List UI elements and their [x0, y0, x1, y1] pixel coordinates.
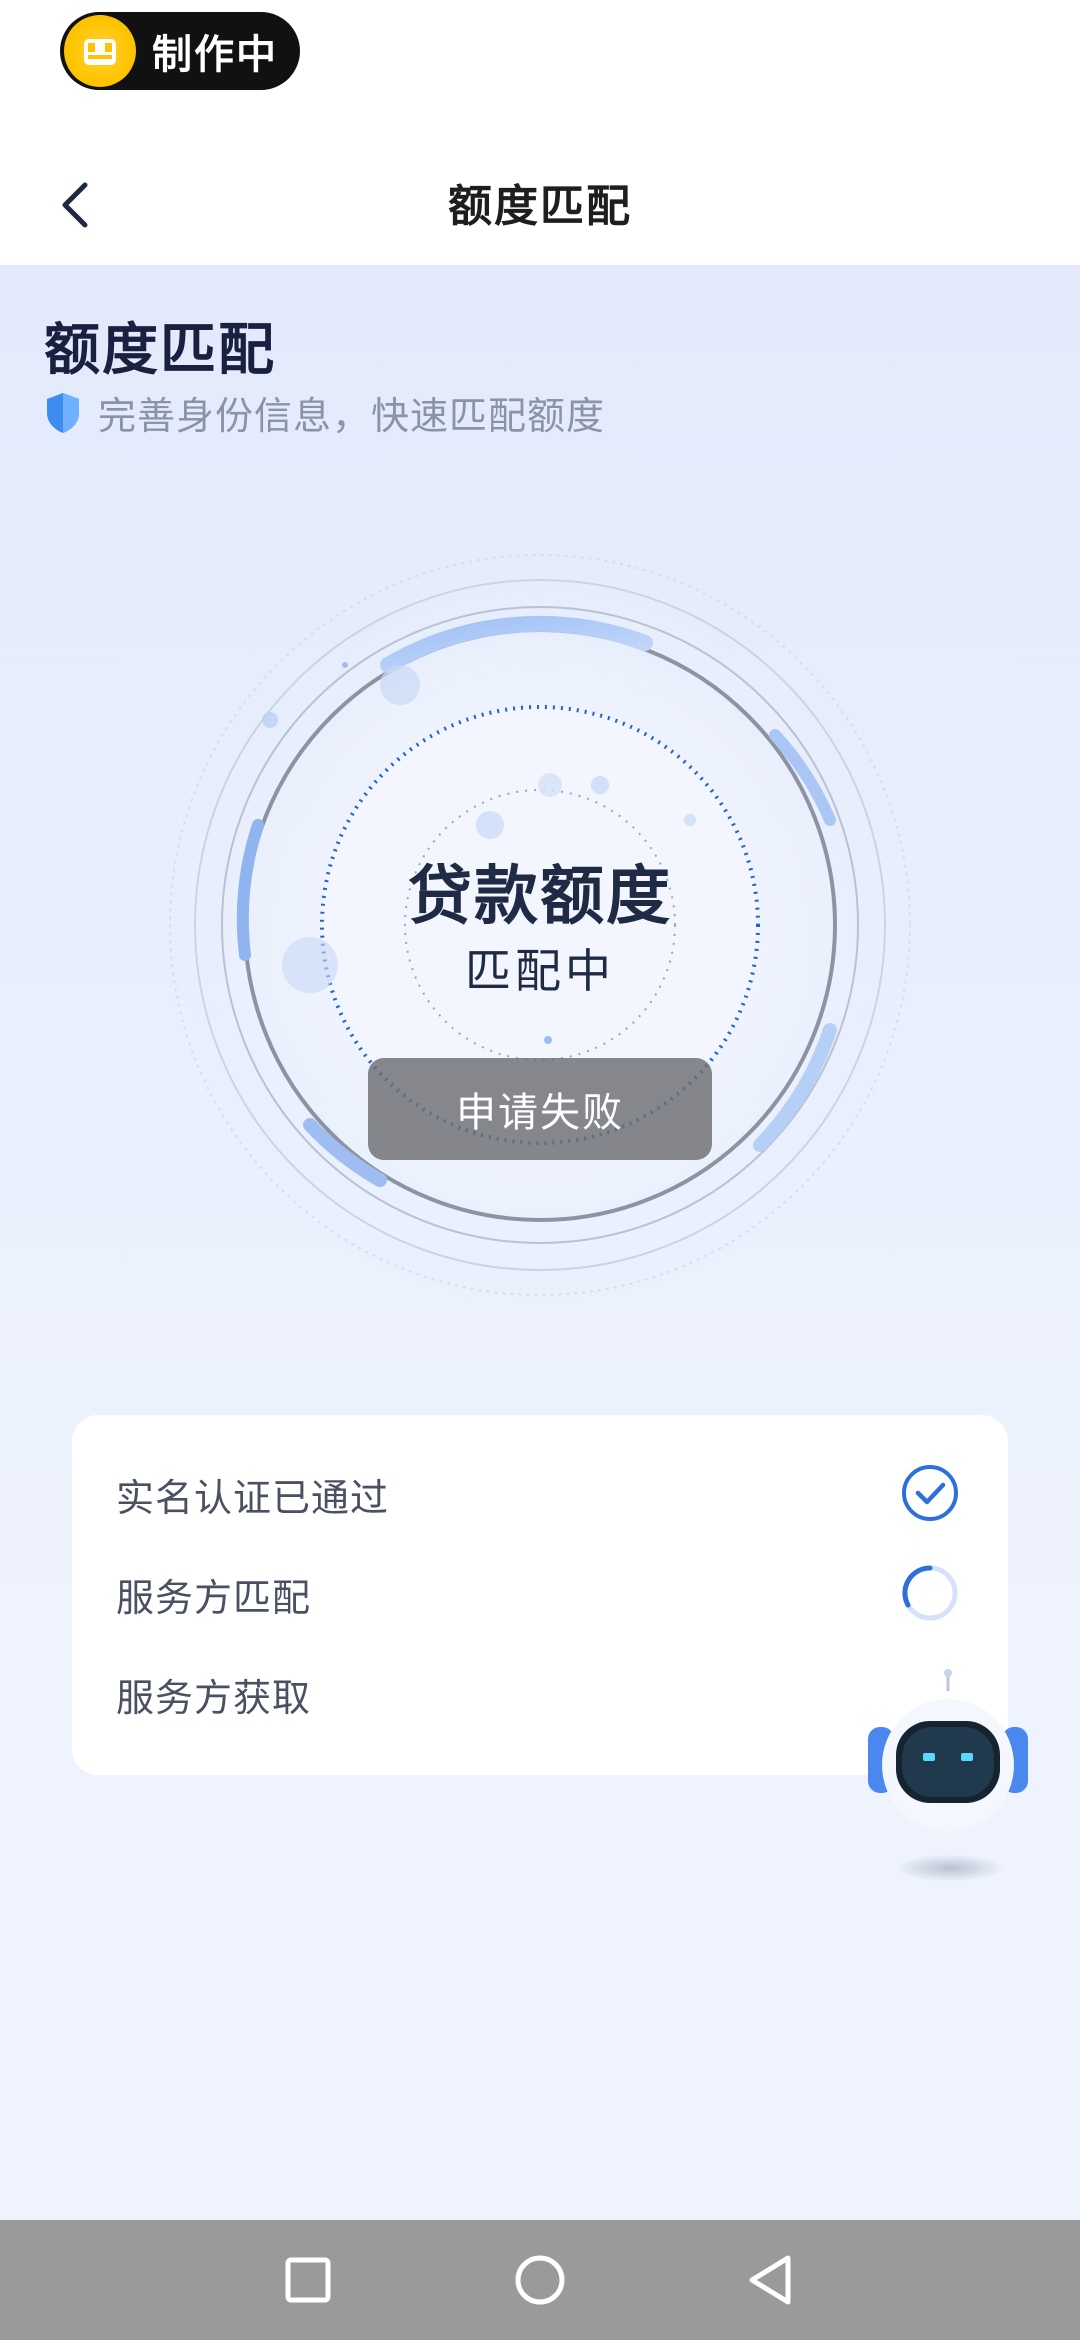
- status-badge: 制作中: [60, 12, 300, 90]
- center-status: 匹配中: [465, 944, 615, 998]
- step-label-match: 服务方匹配: [116, 1576, 312, 1620]
- page-title: 额度匹配: [448, 181, 632, 232]
- home-icon[interactable]: [510, 2250, 570, 2310]
- step-label-verified: 实名认证已通过: [116, 1476, 390, 1520]
- recent-apps-icon[interactable]: [278, 2250, 338, 2310]
- main-content: 额度匹配 完善身份信息，快速匹配额度 贷款额度 匹配中 申请失败 实名认证已通过…: [0, 265, 1080, 2220]
- robot-shadow: [898, 1855, 1002, 1881]
- assistant-robot-icon[interactable]: [868, 1665, 1028, 1865]
- center-title: 贷款额度: [408, 860, 672, 934]
- toast-message: 申请失败: [368, 1058, 712, 1160]
- system-nav-bar: [0, 2220, 1080, 2340]
- status-badge-label: 制作中: [152, 32, 278, 78]
- check-circle-icon: [902, 1465, 958, 1521]
- matching-ring-graphic: [160, 545, 920, 1305]
- step-label-obtain: 服务方获取: [116, 1676, 312, 1720]
- loading-spinner-icon: [902, 1565, 958, 1621]
- top-bar: 额度匹配: [0, 130, 1080, 265]
- app-logo-icon: [64, 15, 136, 87]
- back-triangle-icon[interactable]: [742, 2250, 802, 2310]
